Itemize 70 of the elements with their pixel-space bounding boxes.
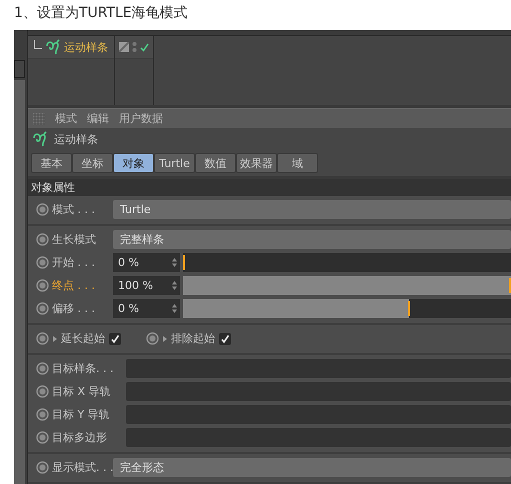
number-field[interactable]: 0 % — [113, 253, 180, 272]
circle-icon[interactable] — [36, 431, 49, 444]
slider-handle[interactable] — [408, 301, 410, 316]
check-icon[interactable] — [140, 42, 149, 52]
tab[interactable]: 对象 — [113, 153, 154, 173]
checkbox[interactable] — [109, 332, 121, 344]
field-label: 目标多边形 — [52, 430, 108, 445]
circle-icon[interactable] — [36, 461, 49, 474]
tab[interactable]: Turtle — [154, 153, 195, 173]
spinner-icon[interactable] — [172, 304, 177, 313]
circle-icon[interactable] — [36, 256, 49, 269]
circle-icon[interactable] — [36, 385, 49, 398]
menu-item[interactable]: 用户数据 — [119, 111, 163, 126]
link-field[interactable] — [126, 382, 511, 401]
number-field[interactable]: 100 % — [113, 276, 180, 295]
menu-item[interactable]: 模式 — [55, 111, 77, 126]
field-label: 模式 . . . — [52, 202, 96, 217]
checkbox[interactable] — [219, 332, 231, 344]
slider-track[interactable] — [183, 276, 511, 295]
slider-track[interactable] — [183, 299, 511, 318]
tab[interactable]: 效果器 — [236, 153, 277, 173]
spinner-icon[interactable] — [172, 281, 177, 290]
circle-icon[interactable] — [36, 279, 49, 292]
circle-icon[interactable] — [146, 332, 159, 345]
field-value: 0 % — [118, 256, 139, 269]
field-label: 目标 Y 导轨 — [52, 407, 111, 422]
link-field[interactable] — [126, 405, 511, 424]
tab[interactable]: 域 — [277, 153, 318, 173]
circle-icon[interactable] — [36, 302, 49, 315]
field-label: 偏移 . . . — [52, 301, 96, 316]
spline-icon — [32, 131, 48, 148]
grip-icon[interactable] — [33, 112, 45, 125]
triangle-icon[interactable] — [163, 336, 167, 342]
object-title: 运动样条 — [54, 132, 98, 147]
slider-track[interactable] — [183, 253, 511, 272]
checkbox-label: 排除起始 — [171, 331, 215, 346]
circle-icon[interactable] — [36, 203, 49, 216]
link-field[interactable] — [126, 428, 511, 447]
dots-icon[interactable] — [132, 41, 137, 54]
field-label: 目标 X 导轨 — [52, 384, 112, 399]
section-header: 对象属性 — [28, 179, 511, 196]
tab[interactable]: 数值 — [195, 153, 236, 173]
field-label: 生长模式 — [52, 232, 97, 247]
circle-icon[interactable] — [36, 362, 49, 375]
triangle-icon[interactable] — [53, 336, 57, 342]
layer-icon[interactable] — [119, 42, 129, 52]
number-field[interactable]: 0 % — [113, 299, 180, 318]
field-label: 目标样条. . . — [52, 361, 114, 376]
field-value: 100 % — [118, 279, 153, 292]
panel-tab[interactable] — [14, 60, 25, 78]
field-label: 终点 . . . — [52, 278, 96, 293]
slider-handle[interactable] — [509, 278, 511, 293]
field-label: 显示模式. . . — [52, 460, 110, 475]
menu-item[interactable]: 编辑 — [87, 111, 109, 126]
link-field[interactable] — [126, 359, 511, 378]
field-label: 开始 . . . — [52, 255, 96, 270]
field-value: 0 % — [118, 302, 139, 315]
spinner-icon[interactable] — [172, 258, 177, 267]
circle-icon[interactable] — [36, 233, 49, 246]
caption: 1、设置为TURTLE海龟模式 — [14, 5, 188, 21]
circle-icon[interactable] — [36, 332, 49, 345]
dropdown[interactable]: 完全形态 — [113, 458, 511, 477]
spline-icon — [45, 39, 61, 56]
tab[interactable]: 基本 — [31, 153, 72, 173]
circle-icon[interactable] — [36, 408, 49, 421]
tab[interactable]: 坐标 — [72, 153, 113, 173]
slider-handle[interactable] — [183, 255, 185, 270]
dropdown[interactable]: 完整样条 — [113, 230, 511, 249]
checkbox-label: 延长起始 — [61, 331, 105, 346]
dropdown[interactable]: Turtle — [113, 200, 511, 219]
